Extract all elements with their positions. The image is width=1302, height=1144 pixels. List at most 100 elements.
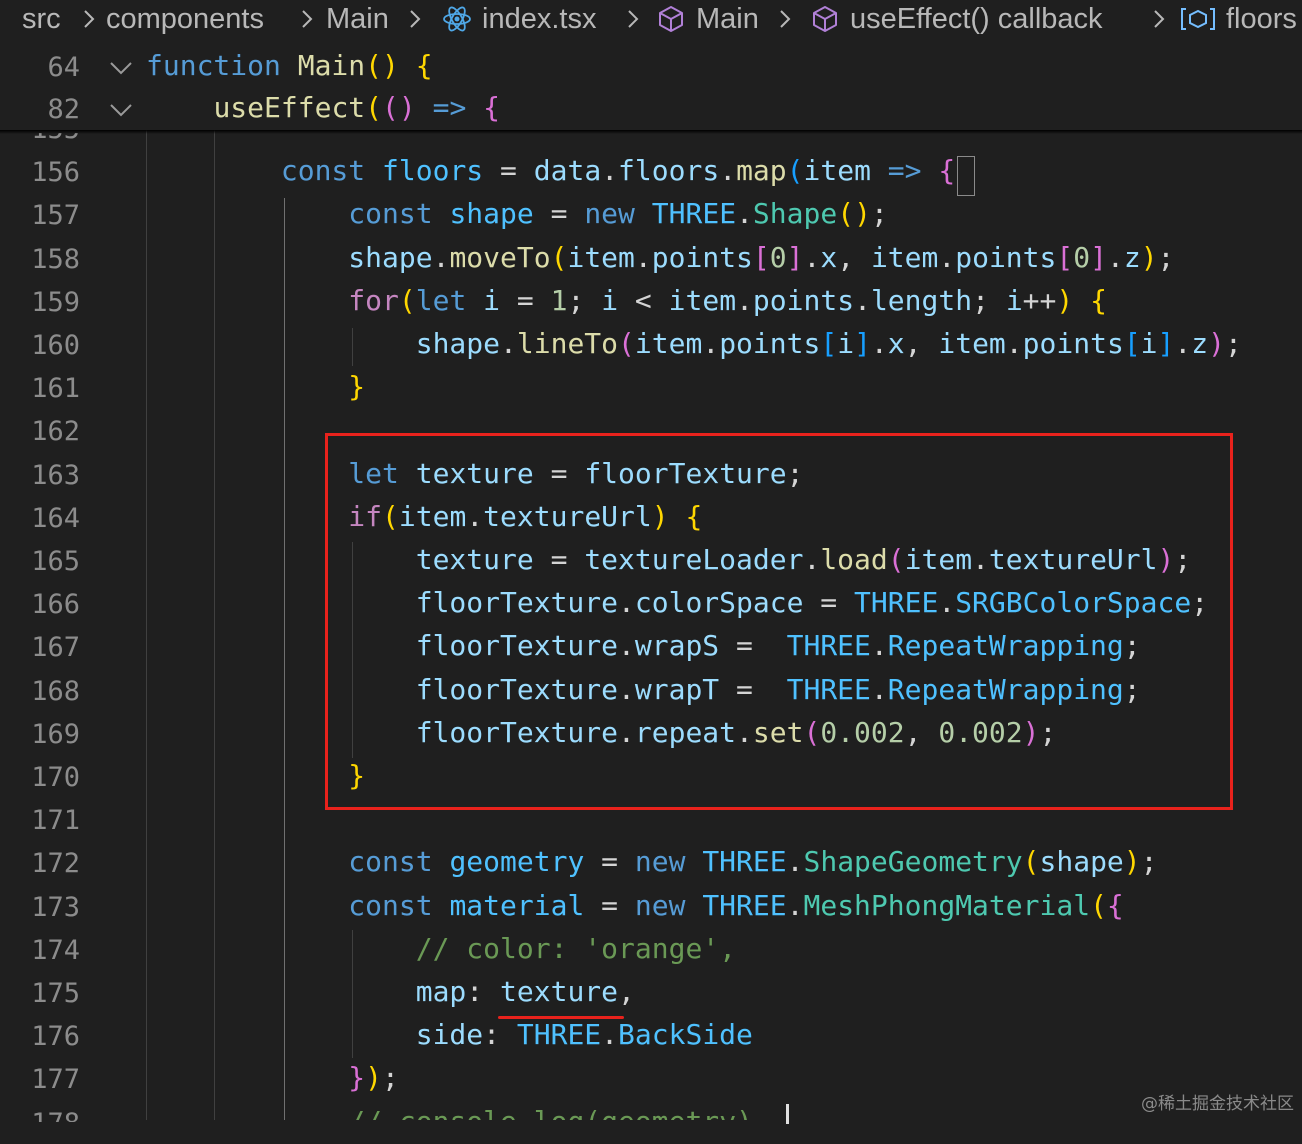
breadcrumb-item-components[interactable]: components [106,0,264,38]
code-token: ; [1140,845,1158,878]
code-token: 0 [769,241,787,274]
breadcrumb-item-src[interactable]: src [22,0,61,38]
code-token: MeshPhongMaterial [803,889,1091,922]
breadcrumb-item-main-folder[interactable]: Main [326,0,389,38]
code-line-156[interactable]: const floors = data.floors.map(item => { [146,151,955,191]
line-number: 64 [47,52,80,83]
code-token: . [702,327,720,360]
code-line-159[interactable]: for(let i = 1; i < item.points.length; i… [146,281,1107,321]
code-token: . [618,716,635,749]
line-number: 173 [31,892,80,923]
code-token: . [634,241,652,274]
code-token: i [483,284,501,317]
code-token: ; [870,197,888,230]
chevron-down-icon[interactable] [108,90,134,130]
code-token: { [938,154,956,187]
code-token: ; [1157,241,1175,274]
code-token: [ [820,327,838,360]
code-line-170[interactable]: } [146,756,365,796]
cube-icon [656,4,686,34]
code-token: THREE [786,673,871,706]
code-token: . [736,197,753,230]
code-token: floorTexture [415,586,619,619]
code-token: ( [1090,889,1107,922]
code-token: texture [415,457,534,490]
code-token: floorTexture [415,629,619,662]
code-token: ShapeGeometry [803,845,1023,878]
code-token: THREE [854,586,939,619]
code-token: i [837,327,855,360]
code-line-164[interactable]: if(item.textureUrl) { [146,497,702,537]
code-token: . [618,629,635,662]
code-token: ( [550,241,568,274]
code-line-158[interactable]: shape.moveTo(item.points[0].x, item.poin… [146,238,1174,278]
code-token: item [803,154,871,187]
breadcrumb-item-index-tsx[interactable]: index.tsx [442,0,596,38]
code-token: SRGBColorSpace [955,586,1192,619]
code-line-161[interactable]: } [146,367,365,407]
code-token: . [719,154,737,187]
code-line-175[interactable]: map: texture, [146,972,635,1012]
code-line-177[interactable]: }); [146,1058,399,1098]
code-token: i [1005,284,1023,317]
code-line-160[interactable]: shape.lineTo(item.points[i].x, item.poin… [146,324,1242,364]
breadcrumb-item-main-function[interactable]: Main [656,0,759,38]
breadcrumb-item-floors[interactable]: floors [1180,0,1297,38]
line-number: 161 [31,373,80,404]
code-line-167[interactable]: floorTexture.wrapS = THREE.RepeatWrappin… [146,626,1141,666]
code-token: geometry [449,845,585,878]
line-number: 176 [31,1021,80,1052]
code-token: [ [1123,327,1141,360]
code-line-174[interactable]: // color: 'orange', [146,929,736,969]
code-token: x [887,327,905,360]
code-token: : [483,1018,517,1051]
code-line-172[interactable]: const geometry = new THREE.ShapeGeometry… [146,842,1158,882]
code-token: // console.log(geometry) [348,1105,753,1138]
cube-icon [810,4,840,34]
code-token: () { [365,49,433,82]
code-token: floorTexture [584,457,787,490]
line-number: 156 [31,157,80,188]
code-line-173[interactable]: const material = new THREE.MeshPhongMate… [146,886,1124,926]
code-token: new [634,845,703,878]
sticky-line-82[interactable]: useEffect(() => { [146,88,500,128]
sticky-line-64[interactable]: function Main() { [146,46,433,86]
code-line-176[interactable]: side: THREE.BackSide [146,1015,753,1055]
watermark: @稀土掘金技术社区 [1141,1094,1294,1114]
code-token: item [398,500,467,533]
code-token: map [736,154,787,187]
code-token: [ [752,241,770,274]
code-line-169[interactable]: floorTexture.repeat.set(0.002, 0.002); [146,713,1057,753]
code-token: wrapS [634,629,720,662]
line-number: 174 [31,935,80,966]
code-token: . [736,284,753,317]
code-token: floorTexture [415,673,619,706]
code-token: . [432,241,450,274]
code-token: ) [1157,543,1175,576]
code-token: item [904,543,973,576]
code-line-165[interactable]: texture = textureLoader.load(item.textur… [146,540,1192,580]
code-line-166[interactable]: floorTexture.colorSpace = THREE.SRGBColo… [146,583,1208,623]
code-token: const [348,889,450,922]
code-line-163[interactable]: let texture = floorTexture; [146,454,803,494]
code-token: . [601,154,619,187]
chevron-down-icon[interactable] [108,48,134,88]
variable-icon [1180,5,1216,33]
code-token: THREE [651,197,737,230]
code-line-178[interactable]: // console.log(geometry) [146,1102,753,1138]
code-token: shape [449,197,534,230]
code-line-157[interactable]: const shape = new THREE.Shape(); [146,194,888,234]
code-token: { [1106,889,1124,922]
code-token: () [382,91,433,124]
code-line-168[interactable]: floorTexture.wrapT = THREE.RepeatWrappin… [146,670,1141,710]
breadcrumb-item-useeffect-callback[interactable]: useEffect() callback [810,0,1103,38]
code-token: = [533,197,585,230]
chevron-right-icon [624,0,642,38]
code-token: = [533,457,585,490]
